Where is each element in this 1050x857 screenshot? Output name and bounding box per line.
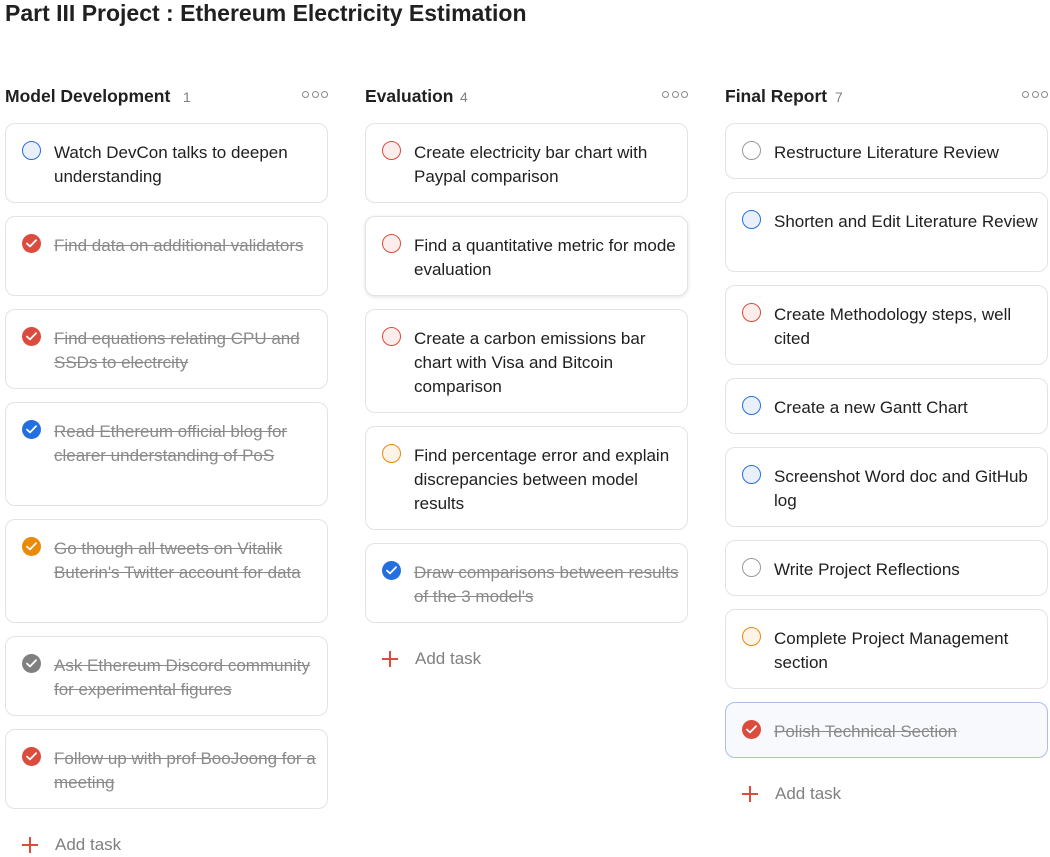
checked-circle-icon[interactable]	[22, 327, 41, 346]
plus-icon	[382, 651, 398, 667]
more-horizontal-icon[interactable]	[302, 87, 328, 101]
task-title: Create a carbon emissions bar chart with…	[414, 329, 646, 396]
add-task-label: Add task	[775, 784, 842, 803]
plus-icon	[22, 837, 38, 853]
task-title: Write Project Reflections	[774, 560, 960, 579]
task-checkbox[interactable]	[382, 141, 401, 160]
task-card[interactable]: Create electricity bar chart with Paypal…	[365, 123, 688, 203]
task-title: Ask Ethereum Discord community for exper…	[54, 656, 311, 699]
task-title: Complete Project Management section	[774, 629, 1009, 672]
column-title: Final Report	[725, 86, 828, 106]
task-card[interactable]: Screenshot Word doc and GitHub log	[725, 447, 1048, 527]
task-checkbox[interactable]	[742, 558, 761, 577]
add-task-button[interactable]: Add task	[22, 833, 152, 857]
task-checkbox[interactable]	[382, 327, 401, 346]
task-card[interactable]: Read Ethereum official blog for clearer …	[5, 402, 328, 506]
task-card[interactable]: Write Project Reflections	[725, 540, 1048, 596]
task-card[interactable]: Shorten and Edit Literature Review	[725, 192, 1048, 272]
task-checkbox[interactable]	[22, 141, 41, 160]
task-card[interactable]: Draw comparisons between results of the …	[365, 543, 688, 623]
task-title: Create Methodology steps, well cited	[774, 305, 1012, 348]
task-card[interactable]: Follow up with prof BooJoong for a meeti…	[5, 729, 328, 809]
checked-circle-icon[interactable]	[22, 654, 41, 673]
task-title: Create electricity bar chart with Paypal…	[414, 143, 648, 186]
column-title: Evaluation	[365, 86, 454, 106]
task-title: Create a new Gantt Chart	[774, 398, 968, 417]
task-title: Find a quantitative metric for mode eval…	[414, 236, 676, 279]
task-card[interactable]: Ask Ethereum Discord community for exper…	[5, 636, 328, 716]
task-card[interactable]: Watch DevCon talks to deepen understandi…	[5, 123, 328, 203]
more-horizontal-icon[interactable]	[1022, 87, 1048, 101]
column-task-count: 4	[460, 89, 468, 105]
add-task-label: Add task	[55, 835, 122, 854]
task-card[interactable]: Find data on additional validators	[5, 216, 328, 296]
column-header: Evaluation 4	[365, 84, 690, 108]
task-title: Polish Technical Section	[774, 722, 958, 741]
task-card[interactable]: Restructure Literature Review	[725, 123, 1048, 179]
task-title: Find equations relating CPU and SSDs to …	[54, 329, 300, 372]
checked-circle-icon[interactable]	[22, 537, 41, 556]
task-title: Read Ethereum official blog for clearer …	[54, 422, 288, 465]
task-title: Shorten and Edit Literature Review	[774, 212, 1038, 231]
add-task-button[interactable]: Add task	[742, 782, 872, 806]
task-card[interactable]: Find a quantitative metric for mode eval…	[365, 216, 688, 296]
column-title: Model Development	[5, 86, 171, 106]
task-card[interactable]: Create Methodology steps, well cited	[725, 285, 1048, 365]
checked-circle-icon[interactable]	[742, 720, 761, 739]
add-task-label: Add task	[415, 649, 482, 668]
page-title: Part III Project : Ethereum Electricity …	[5, 0, 527, 26]
column-header: Final Report 7	[725, 84, 1050, 108]
task-title: Follow up with prof BooJoong for a meeti…	[54, 749, 316, 792]
checked-circle-icon[interactable]	[22, 234, 41, 253]
task-checkbox[interactable]	[742, 627, 761, 646]
column-2: Final Report 7 Restructure Literature Re…	[725, 84, 1050, 803]
column-header: Model Development 1	[5, 84, 330, 108]
add-task-button[interactable]: Add task	[382, 647, 512, 671]
column-task-count: 7	[835, 89, 843, 105]
task-card[interactable]: Go though all tweets on Vitalik Buterin'…	[5, 519, 328, 623]
task-checkbox[interactable]	[382, 234, 401, 253]
task-card[interactable]: Create a carbon emissions bar chart with…	[365, 309, 688, 413]
task-title: Draw comparisons between results of the …	[414, 563, 679, 606]
task-card[interactable]: Create a new Gantt Chart	[725, 378, 1048, 434]
column-0: Model Development 1 Watch DevCon talks t…	[5, 84, 330, 854]
task-title: Find percentage error and explain discre…	[414, 446, 670, 513]
task-card[interactable]: Find equations relating CPU and SSDs to …	[5, 309, 328, 389]
task-card[interactable]: Polish Technical Section	[725, 702, 1048, 758]
task-checkbox[interactable]	[382, 444, 401, 463]
task-title: Restructure Literature Review	[774, 143, 999, 162]
task-title: Watch DevCon talks to deepen understandi…	[54, 143, 288, 186]
task-checkbox[interactable]	[742, 141, 761, 160]
task-title: Find data on additional validators	[54, 236, 304, 255]
task-checkbox[interactable]	[742, 210, 761, 229]
task-checkbox[interactable]	[742, 465, 761, 484]
task-card[interactable]: Find percentage error and explain discre…	[365, 426, 688, 530]
plus-icon	[742, 786, 758, 802]
checked-circle-icon[interactable]	[22, 747, 41, 766]
checked-circle-icon[interactable]	[382, 561, 401, 580]
task-title: Go though all tweets on Vitalik Buterin'…	[54, 539, 301, 582]
column-1: Evaluation 4 Create electricity bar char…	[365, 84, 690, 668]
column-task-count: 1	[183, 89, 191, 105]
task-title: Screenshot Word doc and GitHub log	[774, 467, 1028, 510]
task-card[interactable]: Complete Project Management section	[725, 609, 1048, 689]
task-checkbox[interactable]	[742, 303, 761, 322]
more-horizontal-icon[interactable]	[662, 87, 688, 101]
checked-circle-icon[interactable]	[22, 420, 41, 439]
task-checkbox[interactable]	[742, 396, 761, 415]
